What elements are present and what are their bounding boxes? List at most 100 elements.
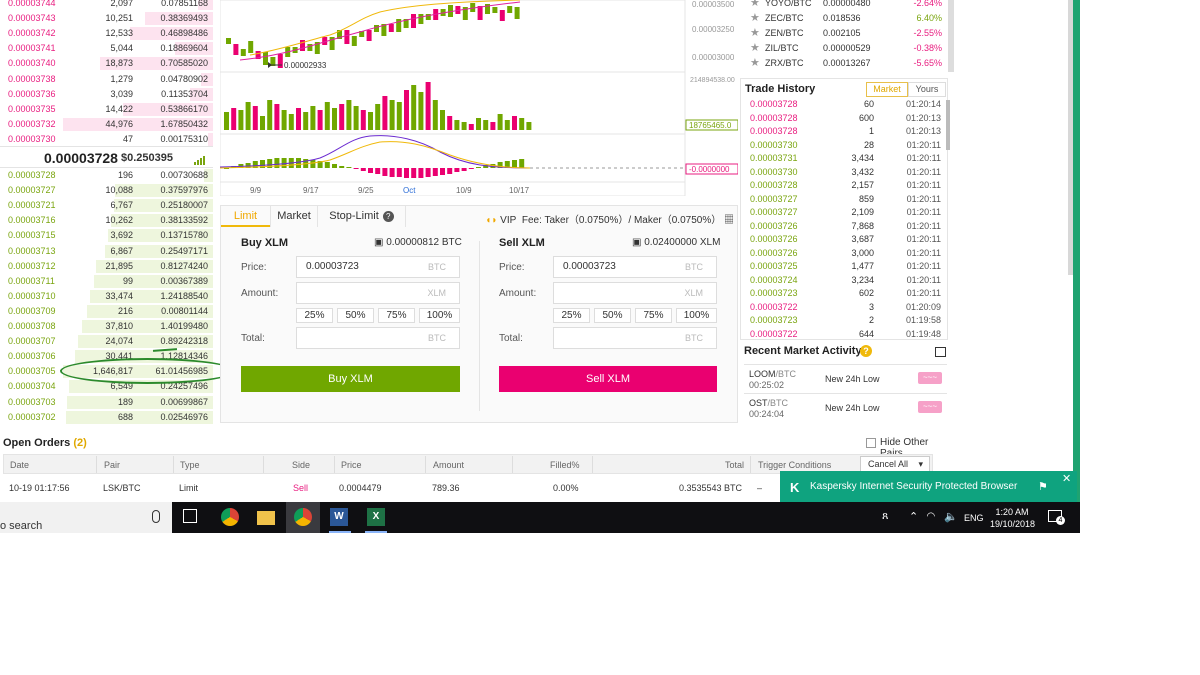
star-icon[interactable]: ★ <box>750 0 760 11</box>
volume-bar <box>245 102 251 130</box>
file-explorer-icon[interactable] <box>257 511 275 525</box>
star-icon[interactable]: ★ <box>750 56 760 71</box>
notifications-icon[interactable]: 4 <box>1048 510 1065 525</box>
tab-your-trades[interactable]: Yours <box>908 82 946 97</box>
pair-change: -2.55% <box>913 28 942 38</box>
ask-row[interactable]: 0.00003743 10,251 0.38369493 <box>0 11 213 26</box>
activity-quote: /BTC <box>775 369 797 379</box>
bid-row[interactable]: 0.00003708 37,810 1.40199480 <box>0 319 213 334</box>
kaspersky-banner[interactable]: K Kaspersky Internet Security Protected … <box>780 471 1077 503</box>
ask-row[interactable]: 0.00003735 14,422 0.53866170 <box>0 102 213 117</box>
ask-row[interactable]: 0.00003730 47 0.00175310 <box>0 132 213 147</box>
pair-row[interactable]: ★ ZEN/BTC 0.002105 -2.55% <box>743 26 948 41</box>
activity-item[interactable]: OST/BTC 00:24:04 New 24h Low ~~~ <box>744 393 947 421</box>
chrome-icon[interactable] <box>221 508 239 526</box>
calculator-icon[interactable]: ▦ <box>724 215 734 226</box>
close-icon[interactable]: ✕ <box>1062 472 1071 485</box>
buy-pct-25[interactable]: 25% <box>296 308 333 323</box>
bid-row[interactable]: 0.00003716 10,262 0.38133592 <box>0 213 213 228</box>
buy-pct-50[interactable]: 50% <box>337 308 374 323</box>
sell-total-input[interactable]: BTC <box>553 327 717 349</box>
pair-row[interactable]: ★ ZRX/BTC 0.00013267 -5.65% <box>743 56 948 71</box>
ask-row[interactable]: 0.00003732 44,976 1.67850432 <box>0 117 213 132</box>
sell-button[interactable]: Sell XLM <box>499 366 717 392</box>
bid-row[interactable]: 0.00003702 688 0.02546976 <box>0 410 213 425</box>
bid-row[interactable]: 0.00003710 33,474 1.24188540 <box>0 289 213 304</box>
wifi-icon[interactable]: ◜◝ <box>927 511 935 522</box>
buy-button[interactable]: Buy XLM <box>241 366 460 392</box>
sell-pct-50[interactable]: 50% <box>594 308 631 323</box>
ask-row[interactable]: 0.00003741 5,044 0.18869604 <box>0 41 213 56</box>
pair-row[interactable]: ★ YOYO/BTC 0.00000480 -2.64% <box>743 0 948 11</box>
buy-pct-100[interactable]: 100% <box>419 308 460 323</box>
scrollbar[interactable] <box>948 0 954 72</box>
hide-other-pairs-checkbox[interactable] <box>866 438 876 448</box>
bid-row[interactable]: 0.00003721 6,767 0.25180007 <box>0 198 213 213</box>
tab-market[interactable]: Market <box>270 206 318 227</box>
sell-pct-100[interactable]: 100% <box>676 308 717 323</box>
ask-row[interactable]: 0.00003744 2,097 0.07851168 <box>0 0 213 11</box>
help-icon[interactable]: ? <box>382 211 394 222</box>
buy-price-input[interactable]: 0.00003723 BTC <box>296 256 460 278</box>
chevron-up-icon[interactable]: ⌃ <box>909 510 918 523</box>
star-icon[interactable]: ★ <box>750 11 760 26</box>
ask-row[interactable]: 0.00003736 3,039 0.11353704 <box>0 87 213 102</box>
price-chart[interactable]: 0.00002933 0.00003500 0.00003250 0.00003… <box>220 0 738 196</box>
order-amount: 216 <box>117 305 133 316</box>
excel-icon[interactable]: X <box>367 508 385 526</box>
cancel-all-dropdown[interactable]: Cancel All ▾ <box>860 456 930 472</box>
order-total: 0.04780902 <box>160 73 208 84</box>
task-view-icon[interactable] <box>183 509 197 523</box>
candle <box>277 54 283 68</box>
wallet-icon: ▣ <box>632 237 642 248</box>
ask-row[interactable]: 0.00003738 1,279 0.04780902 <box>0 72 213 87</box>
pair-row[interactable]: ★ ZEC/BTC 0.018536 6.40% <box>743 11 948 26</box>
order-amount: 196 <box>117 170 133 180</box>
bid-row[interactable]: 0.00003715 3,692 0.13715780 <box>0 228 213 243</box>
scrollbar[interactable] <box>946 100 950 150</box>
order-total: 0.02546976 <box>160 411 208 422</box>
bid-row[interactable]: 0.00003727 10,088 0.37597976 <box>0 183 213 198</box>
ask-row[interactable]: 0.00003742 12,533 0.46898486 <box>0 26 213 41</box>
sell-pct-75[interactable]: 75% <box>635 308 672 323</box>
trade-price: 0.00003728 <box>750 126 798 136</box>
ask-row[interactable]: 0.00003740 18,873 0.70585020 <box>0 56 213 71</box>
bid-row[interactable]: 0.00003709 216 0.00801144 <box>0 304 213 319</box>
tab-stop-limit[interactable]: Stop-Limit? <box>318 206 406 227</box>
collapse-icon[interactable] <box>935 347 946 357</box>
pair-row[interactable]: ★ ZIL/BTC 0.00000529 -0.38% <box>743 41 948 56</box>
buy-pct-75[interactable]: 75% <box>378 308 415 323</box>
bid-row[interactable]: 0.00003711 99 0.00367389 <box>0 274 213 289</box>
flag-icon[interactable]: ⚑ <box>1038 480 1048 493</box>
buy-amount-input[interactable]: XLM <box>296 282 460 304</box>
language-indicator[interactable]: ENG <box>964 513 984 523</box>
people-icon[interactable]: ጸ <box>882 510 888 523</box>
volume-bar <box>440 110 445 130</box>
sell-pct-25[interactable]: 25% <box>553 308 590 323</box>
sell-amount-input[interactable]: XLM <box>553 282 717 304</box>
word-icon[interactable]: W <box>330 508 348 526</box>
microphone-icon[interactable] <box>152 510 160 523</box>
x-axis-label: 9/17 <box>303 186 319 195</box>
bid-row[interactable]: 0.00003713 6,867 0.25497171 <box>0 244 213 259</box>
bid-row[interactable]: 0.00003712 21,895 0.81274240 <box>0 259 213 274</box>
chrome-icon[interactable] <box>294 508 312 526</box>
activity-pair: OST <box>749 398 768 408</box>
bid-row[interactable]: 0.00003707 24,074 0.89242318 <box>0 334 213 349</box>
help-icon[interactable]: ? <box>860 345 872 357</box>
buy-total-input[interactable]: BTC <box>296 327 460 349</box>
clock[interactable]: 1:20 AM 19/10/2018 <box>990 506 1035 530</box>
price-axis-label: 0.00003000 <box>692 53 735 62</box>
activity-item[interactable]: LOOM/BTC 00:25:02 New 24h Low ~~~ <box>744 364 947 392</box>
sell-price-input[interactable]: 0.00003723 BTC <box>553 256 717 278</box>
star-icon[interactable]: ★ <box>750 26 760 41</box>
volume-icon[interactable]: 🔈 <box>944 510 958 523</box>
tab-market-trades[interactable]: Market <box>866 82 908 97</box>
taskbar-search[interactable]: o search <box>0 502 172 533</box>
tab-limit[interactable]: Limit <box>221 206 270 227</box>
volume-bar <box>238 110 244 130</box>
volume-bar <box>454 120 460 130</box>
bid-row[interactable]: 0.00003703 189 0.00699867 <box>0 395 213 410</box>
bid-row[interactable]: 0.00003728 196 0.00730688 <box>0 168 213 183</box>
star-icon[interactable]: ★ <box>750 41 760 56</box>
